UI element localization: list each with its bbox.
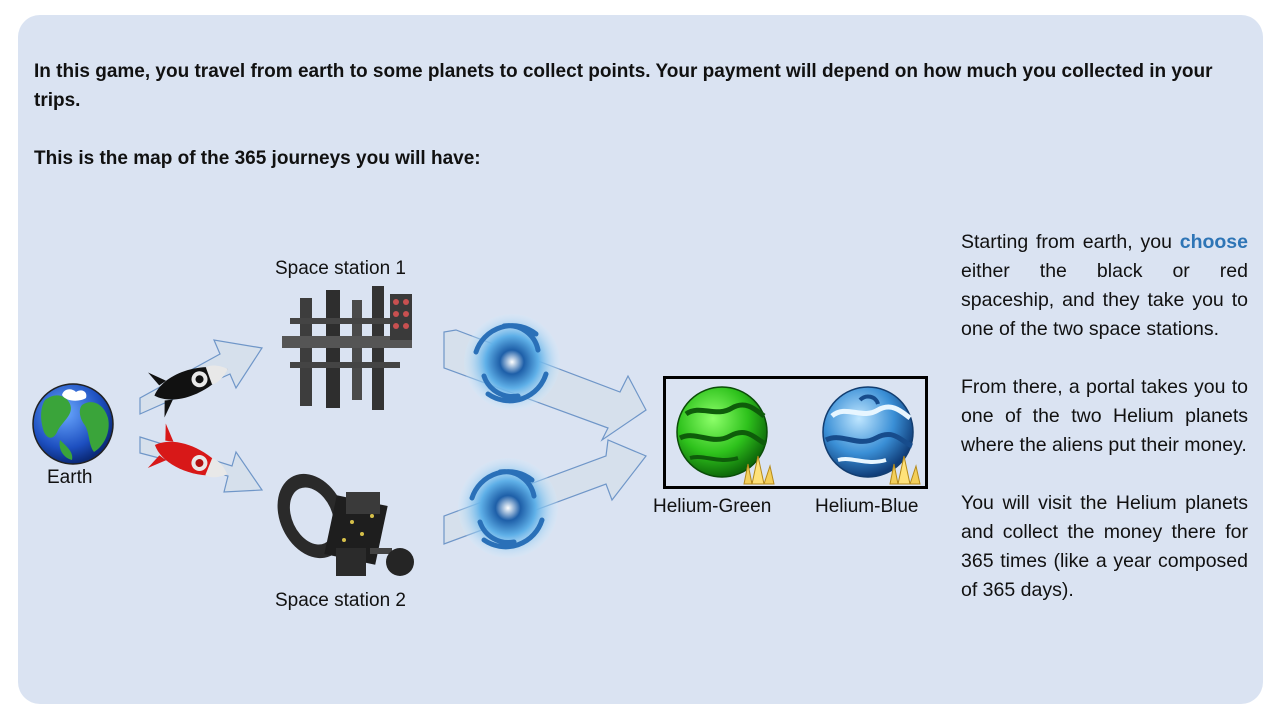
earth-label: Earth bbox=[47, 467, 93, 488]
helium-blue-label: Helium-Blue bbox=[815, 496, 919, 517]
station-1-label: Space station 1 bbox=[275, 258, 406, 279]
instructions-text: Starting from earth, you choose either t… bbox=[961, 228, 1248, 634]
instructions-p1-start: Starting from earth, you bbox=[961, 231, 1180, 253]
space-station-2-icon bbox=[277, 473, 414, 576]
portal-icon bbox=[464, 314, 560, 410]
instructions-paragraph-2: From there, a portal takes you to one of… bbox=[961, 376, 1248, 456]
instructions-p1-end: either the black or red spaceship, and t… bbox=[961, 260, 1248, 340]
instructions-paragraph-1: Starting from earth, you choose either t… bbox=[961, 228, 1248, 344]
space-station-1-icon bbox=[282, 286, 412, 410]
red-rocket-icon[interactable] bbox=[146, 423, 236, 497]
helium-planets-box bbox=[663, 376, 928, 489]
portal-icon bbox=[458, 458, 558, 558]
instructions-paragraph-3: You will visit the Helium planets and co… bbox=[961, 492, 1248, 601]
earth-icon bbox=[32, 383, 114, 465]
choose-highlight: choose bbox=[1179, 231, 1248, 253]
station-2-label: Space station 2 bbox=[275, 590, 406, 611]
helium-green-label: Helium-Green bbox=[653, 496, 772, 517]
